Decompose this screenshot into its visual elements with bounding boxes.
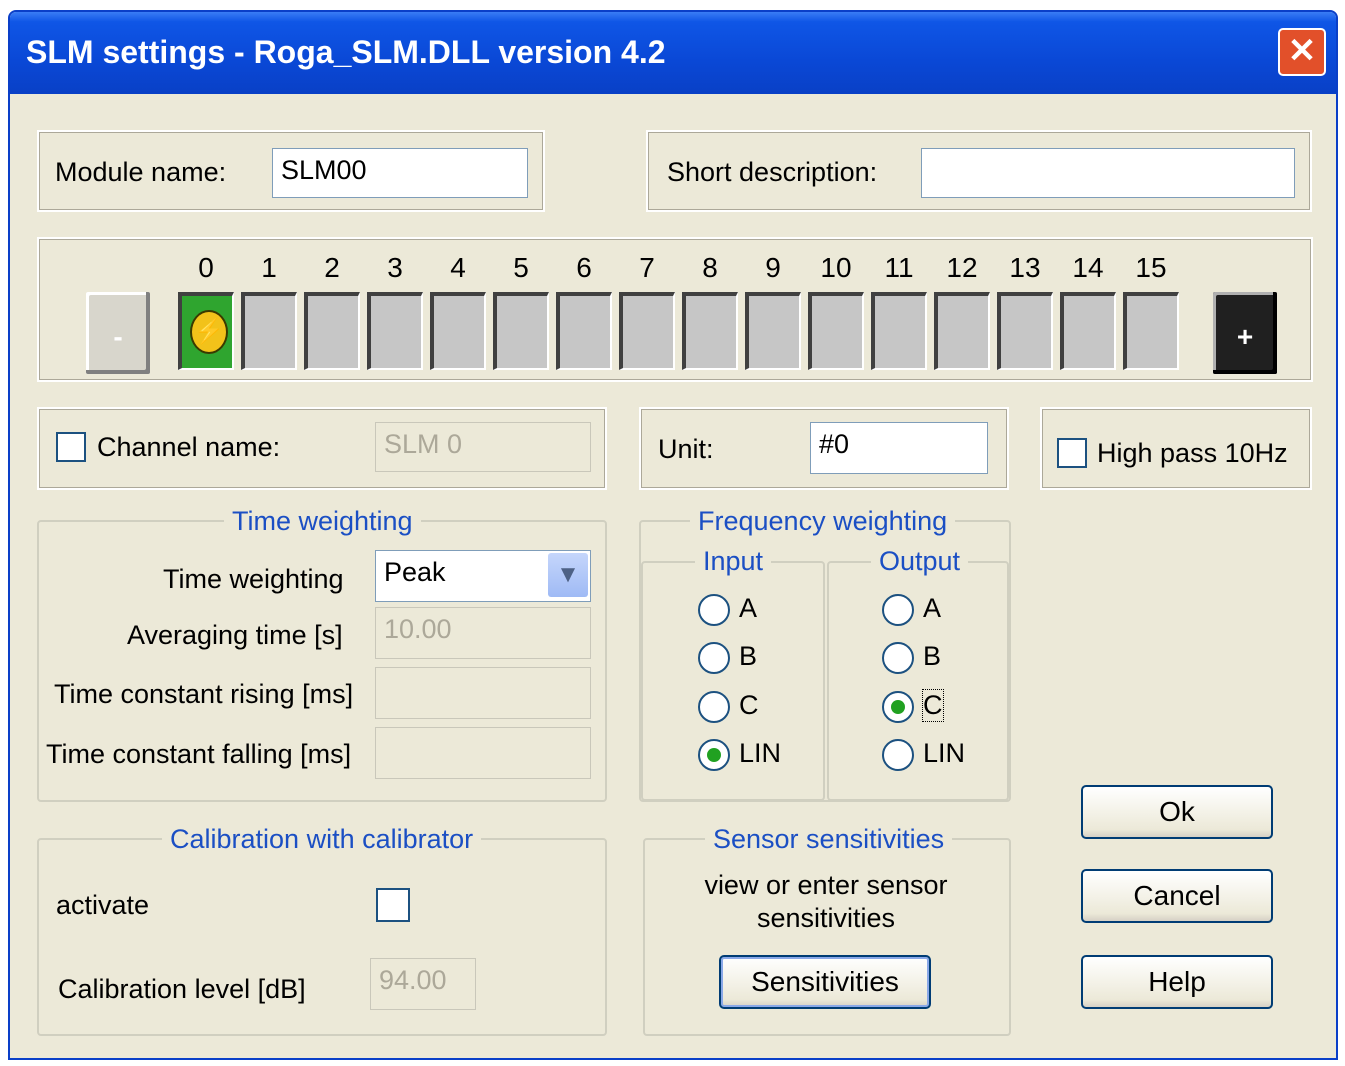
plus-icon: +	[1236, 321, 1254, 352]
channel-number-label: 14	[1072, 252, 1104, 283]
prev-channel-button[interactable]: -	[86, 292, 150, 374]
output-radio-label: A	[923, 593, 942, 623]
chevron-down-icon[interactable]: ▼	[548, 553, 588, 597]
input-radio-a[interactable]	[698, 594, 730, 626]
channel-number-label: 3	[387, 252, 403, 283]
output-weighting-group	[827, 561, 1009, 801]
input-radio-label: LIN	[739, 738, 782, 768]
activate-checkbox[interactable]	[376, 888, 410, 922]
channel-number-label: 9	[765, 252, 781, 283]
window-title: SLM settings - Roga_SLM.DLL version 4.2	[26, 34, 666, 70]
high-pass-label: High pass 10Hz	[1097, 438, 1288, 468]
channel-number-label: 5	[513, 252, 529, 283]
sensitivities-button[interactable]: Sensitivities	[719, 955, 931, 1009]
input-radio-lin[interactable]	[698, 739, 730, 771]
cancel-button[interactable]: Cancel	[1081, 869, 1273, 923]
input-radio-c[interactable]	[698, 691, 730, 723]
output-radio-b[interactable]	[882, 642, 914, 674]
input-weighting-group	[641, 561, 825, 801]
channel-slot-10[interactable]	[808, 292, 864, 370]
averaging-time-label: Averaging time [s]	[127, 620, 343, 650]
time-weighting-select[interactable]: Peak ▼	[375, 550, 591, 602]
channel-slot-4[interactable]	[430, 292, 486, 370]
channel-slot-6[interactable]	[556, 292, 612, 370]
module-name-input[interactable]: SLM00	[272, 148, 528, 198]
channel-number-label: 0	[198, 252, 214, 283]
output-radio-lin[interactable]	[882, 739, 914, 771]
title-bar[interactable]: SLM settings - Roga_SLM.DLL version 4.2 …	[10, 12, 1336, 94]
unit-input[interactable]: #0	[810, 422, 988, 474]
input-radio-label: B	[739, 641, 758, 671]
close-button[interactable]: ✕	[1278, 28, 1326, 76]
sensor-active-icon: ⚡	[190, 310, 228, 354]
channel-slot-1[interactable]	[241, 292, 297, 370]
time-constant-falling-input[interactable]	[375, 727, 591, 779]
channel-slot-14[interactable]	[1060, 292, 1116, 370]
input-weighting-title: Input	[695, 546, 772, 577]
output-radio-label: LIN	[923, 738, 966, 768]
next-channel-button[interactable]: +	[1213, 292, 1277, 374]
channel-number-label: 1	[261, 252, 277, 283]
activate-label: activate	[56, 890, 150, 920]
high-pass-checkbox[interactable]	[1057, 438, 1087, 468]
calibration-level-label: Calibration level [dB]	[58, 974, 306, 1004]
time-weighting-label: Time weighting	[163, 564, 344, 594]
help-button[interactable]: Help	[1081, 955, 1273, 1009]
channel-slot-9[interactable]	[745, 292, 801, 370]
minus-icon: -	[113, 321, 123, 352]
channel-name-label: Channel name:	[97, 432, 281, 462]
input-radio-label: A	[739, 593, 758, 623]
output-radio-label: B	[923, 641, 942, 671]
channel-number-label: 12	[946, 252, 978, 283]
channel-slot-11[interactable]	[871, 292, 927, 370]
module-name-label: Module name:	[55, 157, 227, 187]
time-constant-rising-input[interactable]	[375, 667, 591, 719]
channel-slot-12[interactable]	[934, 292, 990, 370]
channel-slot-2[interactable]	[304, 292, 360, 370]
output-radio-c[interactable]	[882, 691, 914, 723]
channel-slot-5[interactable]	[493, 292, 549, 370]
channel-slot-13[interactable]	[997, 292, 1053, 370]
input-radio-b[interactable]	[698, 642, 730, 674]
channel-name-checkbox[interactable]	[56, 432, 86, 462]
output-radio-a[interactable]	[882, 594, 914, 626]
channel-number-label: 8	[702, 252, 718, 283]
time-constant-rising-label: Time constant rising [ms]	[54, 679, 354, 709]
channel-number-label: 7	[639, 252, 655, 283]
time-constant-falling-label: Time constant falling [ms]	[46, 739, 352, 769]
sensor-sensitivities-group-title: Sensor sensitivities	[705, 824, 953, 855]
input-radio-label: C	[739, 690, 759, 720]
channel-slot-8[interactable]	[682, 292, 738, 370]
sensor-description-line1: view or enter sensor	[704, 870, 948, 900]
channel-number-label: 2	[324, 252, 340, 283]
averaging-time-input[interactable]: 10.00	[375, 607, 591, 659]
time-weighting-group-title: Time weighting	[224, 506, 421, 537]
short-description-label: Short description:	[667, 157, 878, 187]
channel-number-label: 4	[450, 252, 466, 283]
frequency-weighting-group-title: Frequency weighting	[690, 506, 956, 537]
short-description-input[interactable]	[921, 148, 1295, 198]
channel-slot-3[interactable]	[367, 292, 423, 370]
channel-number-label: 11	[884, 252, 914, 283]
sensor-description-line2: sensitivities	[756, 903, 896, 933]
channel-name-input[interactable]: SLM 0	[375, 422, 591, 472]
channel-slot-15[interactable]	[1123, 292, 1179, 370]
time-weighting-value: Peak	[384, 557, 446, 587]
channel-number-label: 13	[1009, 252, 1041, 283]
channel-number-label: 15	[1135, 252, 1167, 283]
calibration-group	[37, 838, 607, 1036]
ok-button[interactable]: Ok	[1081, 785, 1273, 839]
channel-slot-0[interactable]: ⚡	[178, 292, 234, 370]
output-weighting-title: Output	[871, 546, 969, 577]
calibration-group-title: Calibration with calibrator	[162, 824, 482, 855]
calibration-level-input[interactable]: 94.00	[370, 958, 476, 1010]
close-icon: ✕	[1287, 32, 1317, 70]
channel-slot-7[interactable]	[619, 292, 675, 370]
channel-number-label: 10	[820, 252, 852, 283]
output-radio-label: C	[922, 689, 944, 722]
unit-label: Unit:	[658, 434, 714, 464]
channel-number-label: 6	[576, 252, 592, 283]
